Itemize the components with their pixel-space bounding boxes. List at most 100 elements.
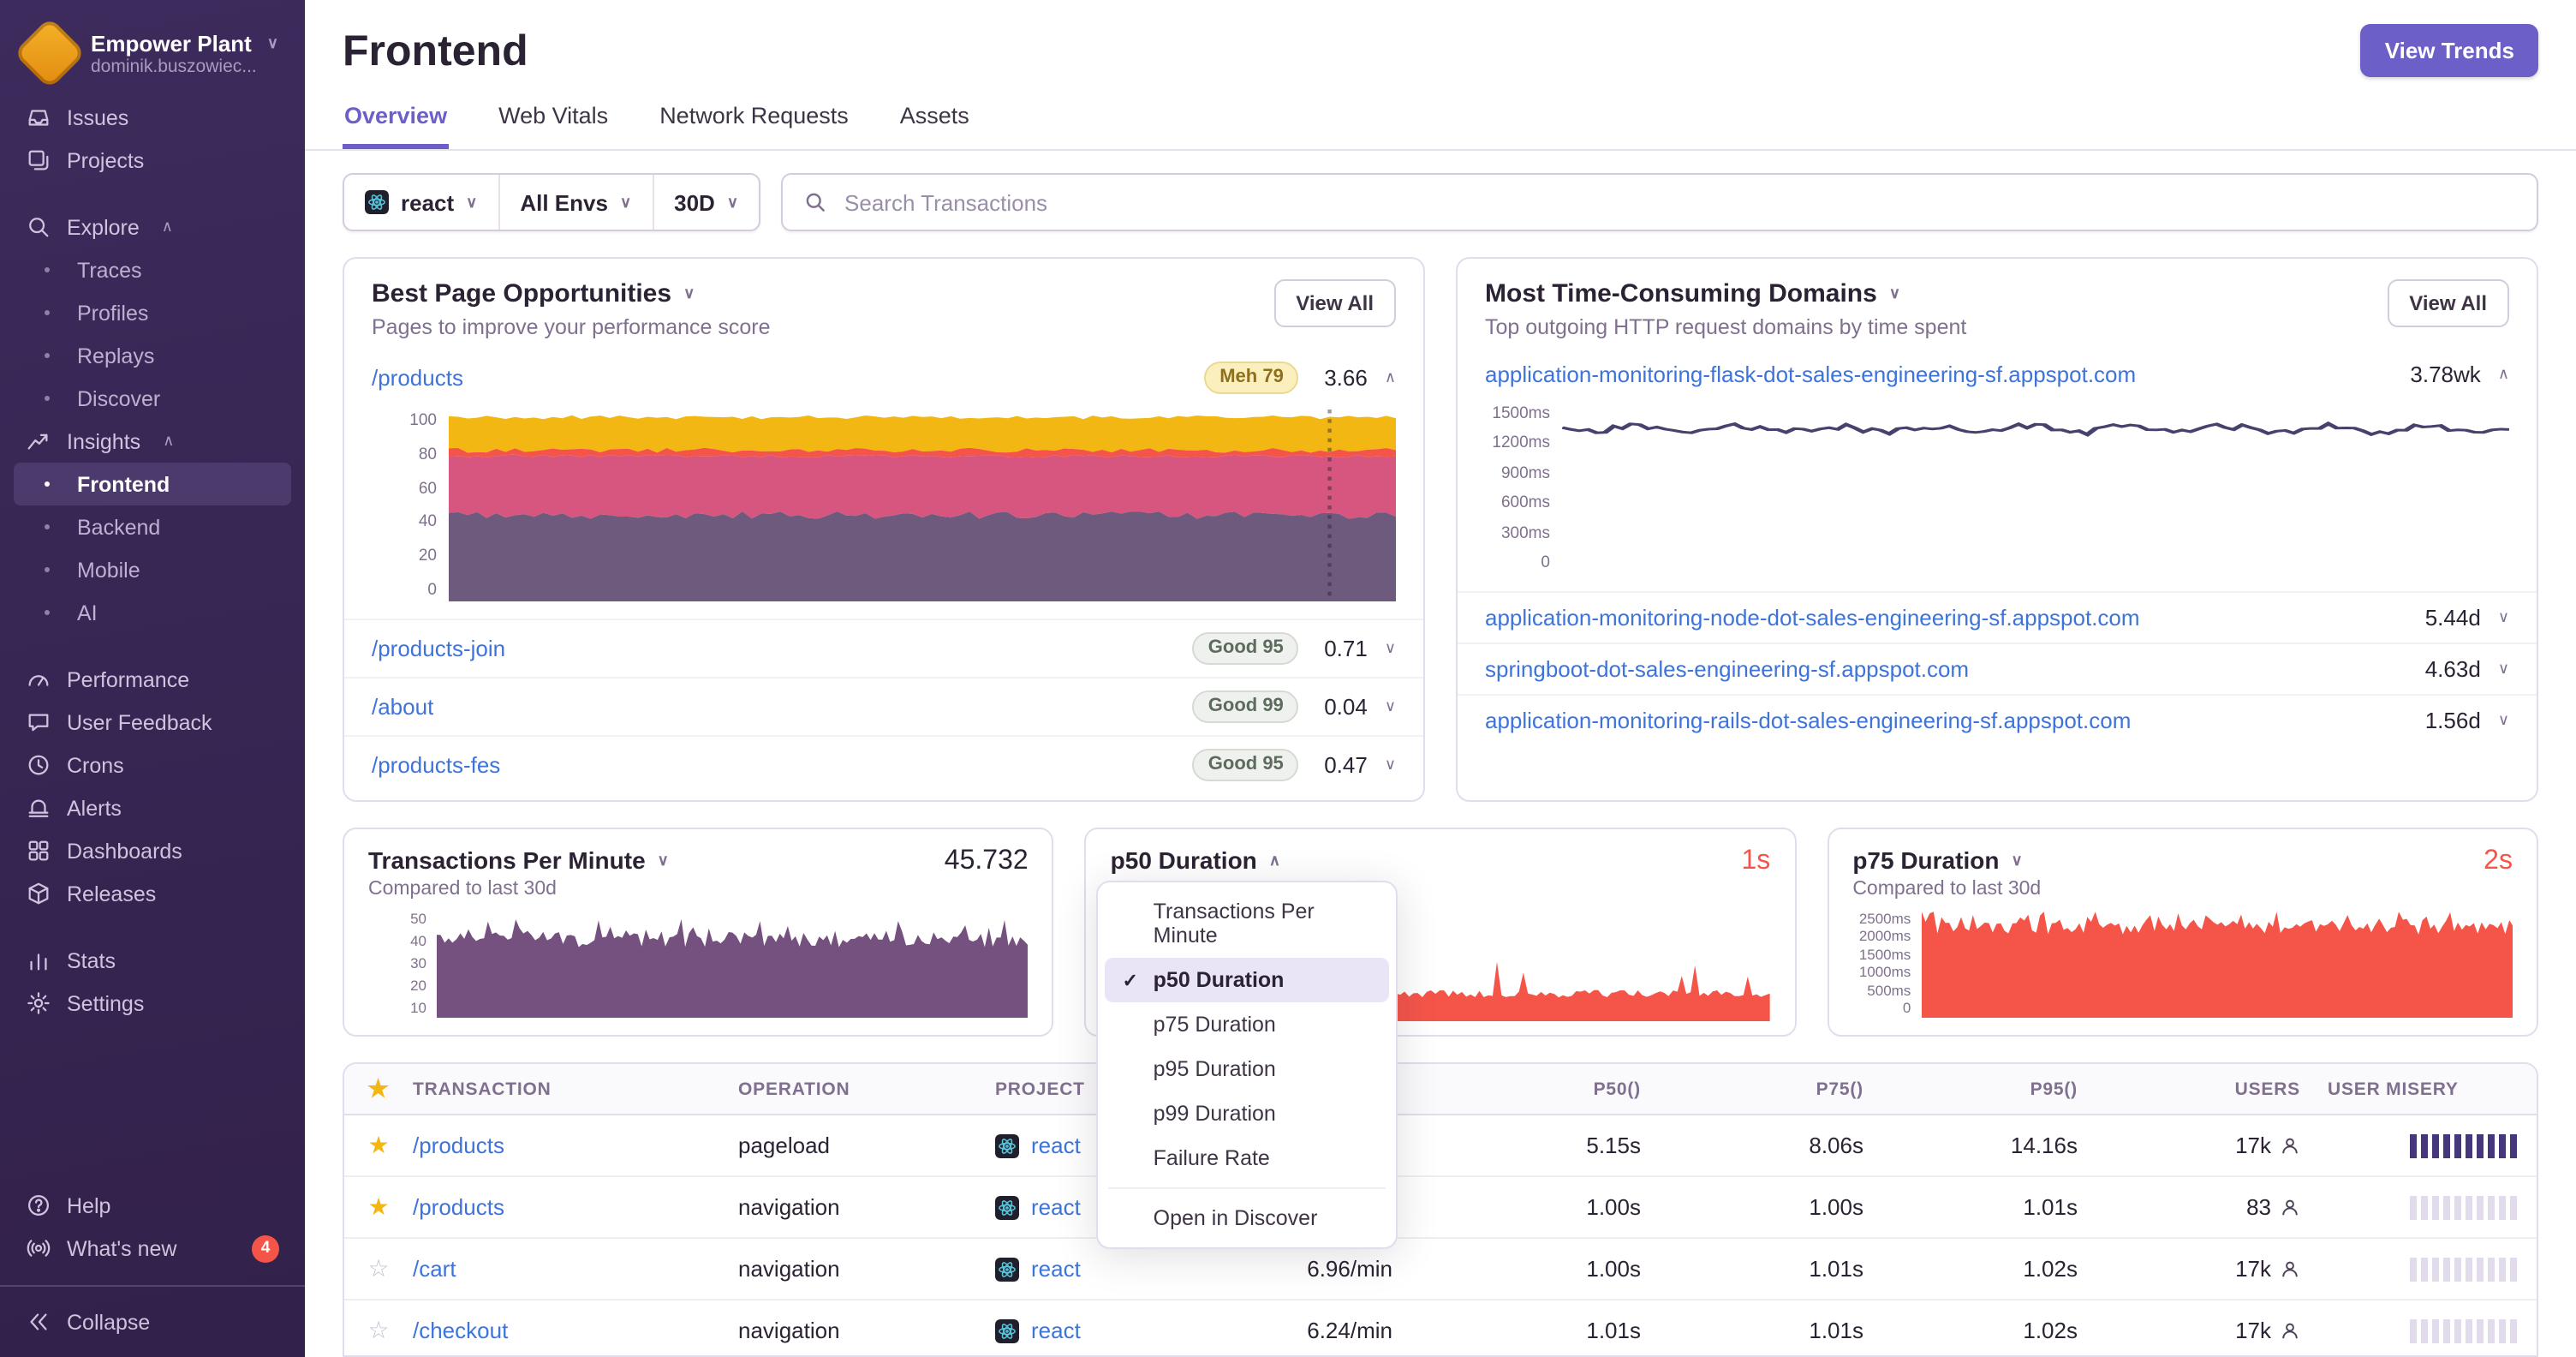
column-header-operation[interactable]: OPERATION: [738, 1079, 995, 1099]
chevron-down-icon[interactable]: ∨: [1385, 756, 1396, 774]
star-icon[interactable]: ★: [367, 1131, 389, 1160]
domain-row[interactable]: application-monitoring-flask-dot-sales-e…: [1458, 350, 2537, 399]
transaction-link[interactable]: /cart: [413, 1256, 456, 1282]
project-filter[interactable]: react ∨: [344, 175, 498, 230]
sidebar-collapse-button[interactable]: Collapse: [14, 1300, 291, 1343]
transaction-link[interactable]: /checkout: [413, 1318, 508, 1343]
project-link[interactable]: react: [1031, 1256, 1081, 1282]
view-all-button[interactable]: View All: [1273, 279, 1396, 327]
tab-overview[interactable]: Overview: [343, 89, 450, 149]
sidebar-item-whats-new[interactable]: What's new 4: [14, 1227, 291, 1270]
opportunity-row[interactable]: /products-fes Good 95 0.47 ∨: [344, 735, 1423, 793]
domain-link[interactable]: application-monitoring-rails-dot-sales-e…: [1485, 708, 2131, 733]
view-trends-button[interactable]: View Trends: [2360, 24, 2538, 77]
sidebar-item-discover[interactable]: Discover: [14, 377, 291, 420]
star-icon[interactable]: ★: [367, 1193, 389, 1222]
sidebar-item-backend[interactable]: Backend: [14, 505, 291, 548]
sidebar-item-settings[interactable]: Settings: [14, 982, 291, 1025]
search-transactions-box[interactable]: [781, 173, 2538, 231]
domain-link[interactable]: springboot-dot-sales-engineering-sf.apps…: [1485, 656, 1969, 682]
search-transactions-input[interactable]: [841, 188, 2516, 217]
sidebar-item-explore[interactable]: Explore ∧: [14, 206, 291, 248]
domain-row[interactable]: application-monitoring-node-dot-sales-en…: [1458, 591, 2537, 643]
menu-item-p99-duration[interactable]: p99 Duration: [1106, 1091, 1390, 1136]
sidebar-item-crons[interactable]: Crons: [14, 744, 291, 786]
domain-row[interactable]: springboot-dot-sales-engineering-sf.apps…: [1458, 643, 2537, 694]
chevron-down-icon[interactable]: ∨: [2498, 711, 2509, 730]
sidebar-item-frontend[interactable]: Frontend: [14, 463, 291, 505]
domain-link[interactable]: application-monitoring-node-dot-sales-en…: [1485, 605, 2140, 631]
menu-item-failure-rate[interactable]: Failure Rate: [1106, 1136, 1390, 1181]
domain-link[interactable]: application-monitoring-flask-dot-sales-e…: [1485, 362, 2136, 387]
sidebar-item-dashboards[interactable]: Dashboards: [14, 829, 291, 872]
project-link[interactable]: react: [1031, 1318, 1081, 1343]
tab-network-requests[interactable]: Network Requests: [658, 89, 850, 149]
column-header-p95[interactable]: P95(): [1877, 1079, 2091, 1099]
table-row[interactable]: ★ /products pageload react /min 5.15s 8.…: [344, 1115, 2537, 1177]
column-header-p75[interactable]: P75(): [1655, 1079, 1877, 1099]
p75-metric-selector[interactable]: p75 Duration ∨: [1852, 846, 2041, 874]
sidebar-item-help[interactable]: Help: [14, 1184, 291, 1227]
chevron-down-icon[interactable]: ∨: [2498, 608, 2509, 627]
opportunities-title[interactable]: Best Page Opportunities ∨: [372, 279, 771, 308]
tpm-metric-selector[interactable]: Transactions Per Minute ∨: [368, 846, 669, 874]
menu-item-p95-duration[interactable]: p95 Duration: [1106, 1047, 1390, 1091]
org-switcher[interactable]: Empower Plant ∨ dominik.buszowiec...: [0, 16, 305, 96]
page-link[interactable]: /products-join: [372, 636, 505, 661]
p50-metric-selector[interactable]: p50 Duration ∧: [1111, 846, 1280, 874]
page-link[interactable]: /about: [372, 694, 433, 720]
sidebar-item-performance[interactable]: Performance: [14, 658, 291, 701]
column-header-p50[interactable]: P50(): [1406, 1079, 1655, 1099]
column-header-transaction[interactable]: TRANSACTION: [413, 1079, 738, 1099]
table-row[interactable]: ☆ /checkout navigation react 6.24/min 1.…: [344, 1300, 2537, 1355]
chevron-down-icon: ∨: [1888, 284, 1900, 302]
sidebar-item-user-feedback[interactable]: User Feedback: [14, 701, 291, 744]
sidebar-item-replays[interactable]: Replays: [14, 334, 291, 377]
menu-item-open-in-discover[interactable]: Open in Discover: [1106, 1196, 1390, 1240]
p50-cell: 1.00s: [1586, 1256, 1641, 1282]
project-link[interactable]: react: [1031, 1194, 1081, 1220]
opportunity-row[interactable]: /products-join Good 95 0.71 ∨: [344, 619, 1423, 677]
sidebar-item-ai[interactable]: AI: [14, 591, 291, 634]
sidebar-item-profiles[interactable]: Profiles: [14, 291, 291, 334]
view-all-button[interactable]: View All: [2387, 279, 2509, 327]
star-icon[interactable]: ☆: [367, 1316, 389, 1345]
sidebar-item-alerts[interactable]: Alerts: [14, 786, 291, 829]
project-link[interactable]: react: [1031, 1133, 1081, 1158]
sidebar-item-issues[interactable]: Issues: [14, 96, 291, 139]
page-link[interactable]: /products: [372, 365, 463, 391]
table-row[interactable]: ☆ /cart navigation react 6.96/min 1.00s …: [344, 1239, 2537, 1300]
chevron-down-icon[interactable]: ∨: [1385, 639, 1396, 658]
page-link[interactable]: /products-fes: [372, 752, 500, 778]
transaction-link[interactable]: /products: [413, 1194, 504, 1220]
date-range-filter[interactable]: 30D ∨: [652, 175, 759, 230]
chevron-down-icon[interactable]: ∨: [1385, 697, 1396, 716]
chevron-up-icon[interactable]: ∧: [1385, 368, 1396, 387]
column-header-user-misery[interactable]: USER MISERY: [2314, 1079, 2537, 1099]
performance-icon: [28, 675, 49, 686]
opportunity-row[interactable]: /products Meh 79 3.66 ∧: [344, 350, 1423, 406]
sidebar-item-releases[interactable]: Releases: [14, 872, 291, 915]
opportunity-row[interactable]: /about Good 99 0.04 ∨: [344, 677, 1423, 735]
domains-title[interactable]: Most Time-Consuming Domains ∨: [1485, 279, 1966, 308]
chevron-up-icon[interactable]: ∧: [2498, 365, 2509, 384]
sidebar-item-mobile[interactable]: Mobile: [14, 548, 291, 591]
chevron-down-icon[interactable]: ∨: [2498, 660, 2509, 678]
metric-dropdown-menu: Transactions Per Minute ✓ p50 Duration p7…: [1096, 881, 1398, 1249]
transaction-link[interactable]: /products: [413, 1133, 504, 1158]
sidebar-item-traces[interactable]: Traces: [14, 248, 291, 291]
table-row[interactable]: ★ /products navigation react /min 1.00s …: [344, 1177, 2537, 1239]
menu-item-p50-duration[interactable]: ✓ p50 Duration: [1105, 958, 1390, 1002]
menu-item-p75-duration[interactable]: p75 Duration: [1106, 1002, 1390, 1047]
sidebar-item-stats[interactable]: Stats: [14, 939, 291, 982]
menu-item-transactions-per-minute[interactable]: Transactions Per Minute: [1106, 889, 1390, 958]
sidebar-item-insights[interactable]: Insights ∧: [14, 420, 291, 463]
sidebar-item-projects[interactable]: Projects: [14, 139, 291, 182]
star-icon[interactable]: ☆: [367, 1254, 389, 1283]
star-header-icon[interactable]: ★: [367, 1074, 390, 1103]
tab-assets[interactable]: Assets: [898, 89, 971, 149]
tab-web-vitals[interactable]: Web Vitals: [497, 89, 610, 149]
column-header-users[interactable]: USERS: [2091, 1079, 2314, 1099]
environment-filter[interactable]: All Envs ∨: [498, 175, 652, 230]
domain-row[interactable]: application-monitoring-rails-dot-sales-e…: [1458, 694, 2537, 745]
